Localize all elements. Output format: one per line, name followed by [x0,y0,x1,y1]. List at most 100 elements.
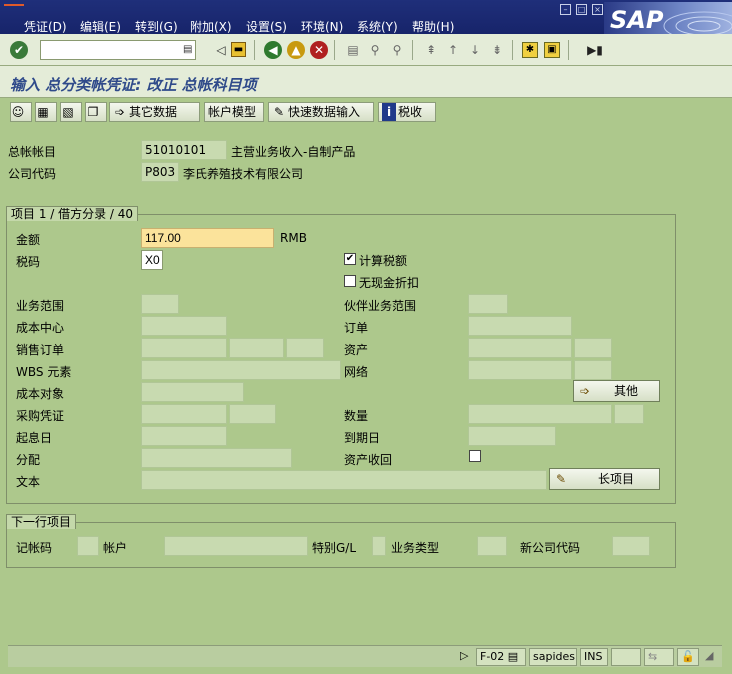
gl-account-field: 51010101 [141,140,227,160]
network-activity-field[interactable] [574,360,612,380]
exit-icon[interactable]: ▲ [287,41,305,59]
menu-document[interactable]: 凭证(D) [24,18,67,35]
more-button[interactable]: ➩ 其他 [573,380,660,402]
sales-order-schedule-field[interactable] [286,338,324,358]
purchase-doc-item-field[interactable] [229,404,276,424]
partner-ba-label: 伙伴业务范围 [344,299,417,313]
menu-settings[interactable]: 设置(S) [246,18,287,35]
transaction-type-field[interactable] [477,536,507,556]
display-change-button[interactable]: ☺ [10,102,32,122]
find-next-icon[interactable]: ⚲ [388,41,406,59]
due-date-field[interactable] [468,426,556,446]
quantity-field[interactable] [468,404,612,424]
next-page-icon[interactable]: ↓ [466,41,484,59]
posting-key-field[interactable] [77,536,99,556]
print-icon[interactable]: ▤ [344,41,362,59]
wbs-label: WBS 元素 [16,365,72,379]
quantity-unit-field[interactable] [614,404,644,424]
check-icon[interactable]: ✔ [10,41,28,59]
amount-label: 金额 [16,233,41,247]
account-model-button[interactable]: 帐户模型 [204,102,264,122]
close-icon[interactable]: × [592,4,603,15]
cancel-icon[interactable]: ✕ [310,41,328,59]
special-gl-field[interactable] [372,536,386,556]
no-cash-discount-label: 无现金折扣 [359,276,420,290]
simulate-button[interactable]: ▧ [60,102,82,122]
tax-code-input[interactable] [141,250,163,270]
calc-tax-checkbox[interactable]: ✔ [344,253,356,265]
history-back-icon[interactable]: ◁ [212,41,230,59]
sap-logo: SAP [604,2,732,36]
sales-order-field[interactable] [141,338,227,358]
special-gl-label: 特别G/L [312,541,357,555]
resize-grip-icon[interactable]: ◢ [702,648,720,666]
arrow-right-icon: ➩ [580,384,591,398]
minimize-icon[interactable]: – [560,4,571,15]
partner-ba-field[interactable] [468,294,508,314]
business-area-field[interactable] [141,294,179,314]
menu-system[interactable]: 系统(Y) [357,18,398,35]
status-empty-field [611,648,641,666]
help-icon[interactable]: ▶▮ [586,41,604,59]
status-expand-icon[interactable]: ▷ [457,648,473,666]
session-list-icon[interactable]: ▤ [508,650,518,663]
cost-center-field[interactable] [141,316,227,336]
last-page-icon[interactable]: ⇟ [488,41,506,59]
new-session-icon[interactable]: ✱ [522,42,538,58]
edit-form-icon: ✎ [273,105,285,119]
company-code-label: 公司代码 [8,167,57,181]
sales-order-label: 销售订单 [16,343,65,357]
network-icon: ⇆ [644,648,674,666]
doc-overview-button[interactable]: ▦ [35,102,57,122]
menu-goto[interactable]: 转到(G) [135,18,178,35]
cost-object-field[interactable] [141,382,244,402]
sales-order-item-field[interactable] [229,338,284,358]
command-field[interactable] [40,40,196,60]
account-field[interactable] [164,536,308,556]
no-cash-discount-checkbox[interactable] [344,275,356,287]
system-menu-icon[interactable] [4,4,24,14]
first-page-icon[interactable]: ⇞ [422,41,440,59]
due-date-label: 到期日 [344,431,381,445]
lock-icon[interactable]: 🔓 [677,648,699,666]
command-field-dropdown-icon[interactable]: ▤ [183,44,192,55]
transaction-type-label: 业务类型 [391,541,440,555]
asset-retirement-checkbox[interactable] [469,450,481,462]
menu-extras[interactable]: 附加(X) [190,18,232,35]
item-group-title: 项目 1 / 借方分录 / 40 [6,206,139,221]
long-text-button[interactable]: ✎ 长项目 [549,468,660,490]
purchase-doc-field[interactable] [141,404,227,424]
assignment-label: 分配 [16,453,41,467]
value-date-field[interactable] [141,426,227,446]
back-icon[interactable]: ◀ [264,41,282,59]
text-field[interactable] [141,470,547,490]
shortcut-icon[interactable]: ▣ [544,42,560,58]
page-title: 输入 总分类帐凭证: 改正 总帐科目项 [10,76,257,94]
amount-input[interactable] [141,228,274,248]
prev-page-icon[interactable]: ↑ [444,41,462,59]
sap-logo-text: SAP [610,6,664,34]
save-icon[interactable]: ▬ [231,42,246,57]
asset-subnumber-field[interactable] [574,338,612,358]
find-icon[interactable]: ⚲ [366,41,384,59]
arrow-right-icon: ➩ [114,105,126,119]
network-field[interactable] [468,360,572,380]
assignment-field[interactable] [141,448,292,468]
fast-entry-button[interactable]: ✎ 快速数据输入 [268,102,374,122]
item-group-box [6,214,676,504]
copy-button[interactable]: ❐ [85,102,107,122]
tax-button[interactable]: i 税收 [378,102,436,122]
wbs-field[interactable] [141,360,341,380]
purchase-doc-label: 采购凭证 [16,409,65,423]
company-code-field: P803 [141,162,179,182]
other-data-button[interactable]: ➩ 其它数据 [109,102,200,122]
order-field[interactable] [468,316,572,336]
gl-account-label: 总帐帐目 [8,145,57,159]
menu-help[interactable]: 帮助(H) [412,18,454,35]
new-company-code-field[interactable] [612,536,650,556]
cost-center-label: 成本中心 [16,321,65,335]
maximize-icon[interactable]: □ [576,4,587,15]
asset-field[interactable] [468,338,572,358]
menu-edit[interactable]: 编辑(E) [80,18,121,35]
menu-environment[interactable]: 环境(N) [301,18,343,35]
